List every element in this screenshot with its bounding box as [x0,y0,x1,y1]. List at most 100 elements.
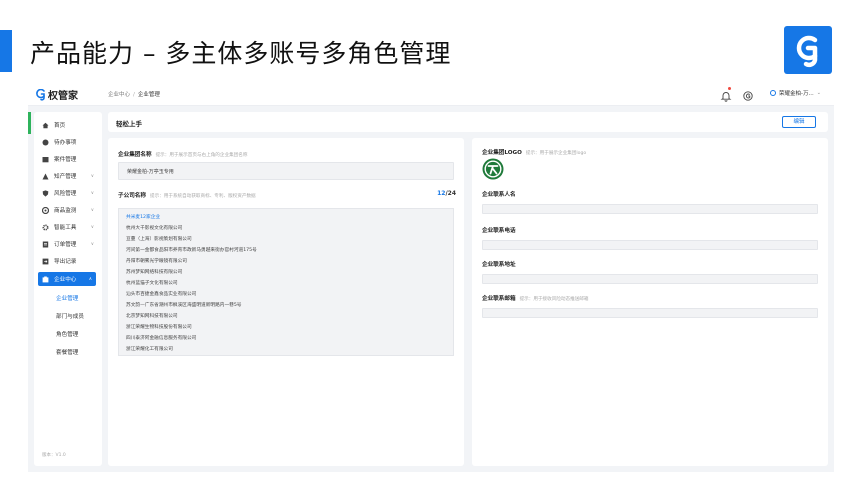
chevron-down-icon: ∨ [90,241,94,247]
list-item: 四川泰济阿金融信息服务有限公司 [126,336,197,341]
contact-name-field[interactable] [482,204,818,214]
contact-phone-field[interactable] [482,240,818,250]
ip-icon [42,173,49,180]
sidebar-item-label: 订单管理 [54,242,77,248]
app-window: 权管家 企业中心 / 企业管理 荣耀金柏-万... ⌄ 首页 待办事项 案件管理… [28,82,834,472]
sidebar-item-label: 商品监测 [54,208,77,214]
contact-email-hint: 提示：用于接收风险动态推送邮箱 [519,297,589,302]
chevron-down-icon: ⌄ [816,90,821,96]
sidebar-item-label: 导出记录 [54,259,77,265]
sidebar-subitem-departments-members[interactable]: 部门与成员 [56,312,84,320]
list-item: 浙江荣耀生物科技股份有限公司 [126,325,192,330]
sidebar-item-home[interactable]: 首页 [34,118,102,132]
sidebar-item-label: 首页 [54,123,66,129]
sidebar-item-cases[interactable]: 案件管理 [34,152,102,166]
sidebar-item-ip[interactable]: 知产管理 ∨ [34,169,102,183]
order-icon [42,241,49,248]
list-item: 苏文韵—广东省潮州市枫溪区海盛明道新明路内一巷5号 [126,303,242,308]
list-item: 丹阳市朝雾光学眼镜有限公司 [126,259,187,264]
enterprise-icon [42,276,49,283]
sidebar-item-label: 风险管理 [54,191,77,197]
list-item: 北京梦知网科技有限公司 [126,314,178,319]
edit-button[interactable]: 编辑 [782,116,816,128]
sidebar-item-enterprise-center[interactable]: 企业中心 ∧ [38,272,96,286]
app-brand-name: 权管家 [48,91,78,102]
list-item: 亘蔓（上海）影视策划有限公司 [126,237,192,242]
contact-email-field[interactable] [482,308,818,318]
subsidiary-counter: 12/24 [437,190,456,197]
switch-org-icon[interactable] [742,87,754,101]
contact-email-label-text: 企业联系邮箱 [482,296,516,302]
chevron-down-icon: ∨ [90,207,94,213]
sidebar-item-todo[interactable]: 待办事项 [34,135,102,149]
breadcrumb-item-enterprise-center[interactable]: 企业中心 [108,92,130,98]
brand-logo-icon [784,26,832,74]
notification-bell-icon[interactable] [720,87,732,102]
sidebar-accent [28,112,31,134]
contact-email-label: 企业联系邮箱 提示：用于接收风险动态推送邮箱 [482,294,589,302]
top-bar: 权管家 企业中心 / 企业管理 荣耀金柏-万... ⌄ [28,82,834,106]
sidebar-item-label: 案件管理 [54,157,77,163]
chevron-down-icon: ∨ [90,224,94,230]
contact-address-field[interactable] [482,274,818,284]
group-logo-hint: 提示：用于展示企业集团logo [525,151,587,156]
user-name: 荣耀金柏-万... [779,91,814,97]
page-header: 轻松上手 编辑 [108,112,828,132]
sidebar-subitem-role-management[interactable]: 角色管理 [56,330,78,338]
breadcrumb: 企业中心 / 企业管理 [108,90,160,98]
group-name-field[interactable]: 荣耀金柏-万亭玉专用 [118,162,454,180]
sidebar: 首页 待办事项 案件管理 知产管理 ∨ 风险管理 ∨ 商品监测 ∨ 智能工具 ∨… [28,112,102,466]
list-item: 杭州大千影视文化有限公司 [126,226,183,231]
contact-phone-label: 企业联系电话 [482,228,516,234]
brand-mark-icon [36,88,45,101]
subsidiary-label: 子公司名称 提示：用于系统自动获取商标、专利、版权资产数据 [118,191,256,199]
breadcrumb-separator: / [133,92,135,98]
contact-address-label: 企业联系地址 [482,262,516,268]
sidebar-item-label: 企业中心 [54,277,77,283]
sidebar-item-label: 知产管理 [54,174,77,180]
monitor-icon [42,206,49,214]
avatar [770,90,776,96]
group-logo-label: 企业集团LOGO 提示：用于展示企业集团logo [482,148,586,156]
contact-info-card: 企业集团LOGO 提示：用于展示企业集团logo 企业联系人名 企业联系电话 企业… [472,138,828,466]
user-menu[interactable]: 荣耀金柏-万... ⌄ [770,89,821,97]
sidebar-item-orders[interactable]: 订单管理 ∨ [34,237,102,251]
group-name-label: 企业集团名称 提示：用于展示首页与右上角的企业集团名称 [118,150,247,158]
subsidiary-total: /24 [445,190,456,197]
list-item: 河间第一金都食品阳市养育市政新马勇越来街办官村河道175号 [126,248,257,253]
list-item: 苏州梦知网络科技有限公司 [126,270,183,275]
slide-accent-bar [0,30,12,72]
tools-icon [42,223,49,231]
subsidiary-list[interactable]: 共米麦12家企业 杭州大千影视文化有限公司 亘蔓（上海）影视策划有限公司 河间第… [118,208,454,356]
sidebar-item-label: 智能工具 [54,225,77,231]
chevron-down-icon: ∨ [90,190,94,196]
todo-icon [42,139,49,146]
app-brand[interactable]: 权管家 [36,87,78,102]
group-name-label-text: 企业集团名称 [118,152,152,158]
breadcrumb-item-current: 企业管理 [137,92,160,98]
group-logo-label-text: 企业集团LOGO [482,150,522,156]
chevron-up-icon: ∧ [88,276,92,282]
sidebar-item-tools[interactable]: 智能工具 ∨ [34,220,102,234]
group-name-hint: 提示：用于展示首页与右上角的企业集团名称 [155,153,248,158]
list-item: 汕头市百捷金鑫食品实业有限公司 [126,292,197,297]
list-item: 浙江荣耀化工有限公司 [126,347,173,352]
contact-name-label: 企业联系人名 [482,192,516,198]
sidebar-item-export[interactable]: 导出记录 [34,254,102,268]
sidebar-item-monitor[interactable]: 商品监测 ∨ [34,203,102,217]
version-label: 版本：V1.0 [42,453,66,458]
list-item: 杭州蓝猫子文化有限公司 [126,281,178,286]
chevron-down-icon: ∨ [90,173,94,179]
page-title: 轻松上手 [116,120,142,128]
subsidiary-label-text: 子公司名称 [118,193,146,199]
sidebar-item-label: 待办事项 [54,140,77,146]
company-logo-icon[interactable] [482,158,504,180]
sidebar-item-risk[interactable]: 风险管理 ∨ [34,186,102,200]
sidebar-subitem-package-management[interactable]: 套餐管理 [56,348,78,356]
case-icon [42,156,49,163]
group-info-card: 企业集团名称 提示：用于展示首页与右上角的企业集团名称 荣耀金柏-万亭玉专用 子公… [108,138,464,466]
slide: 产品能力 – 多主体多账号多角色管理 权管家 企业中心 / 企业管理 荣耀金柏-… [0,0,860,484]
shield-icon [42,189,49,197]
sidebar-subitem-enterprise-management[interactable]: 企业管理 [56,294,78,302]
list-item[interactable]: 共米麦12家企业 [126,214,160,220]
